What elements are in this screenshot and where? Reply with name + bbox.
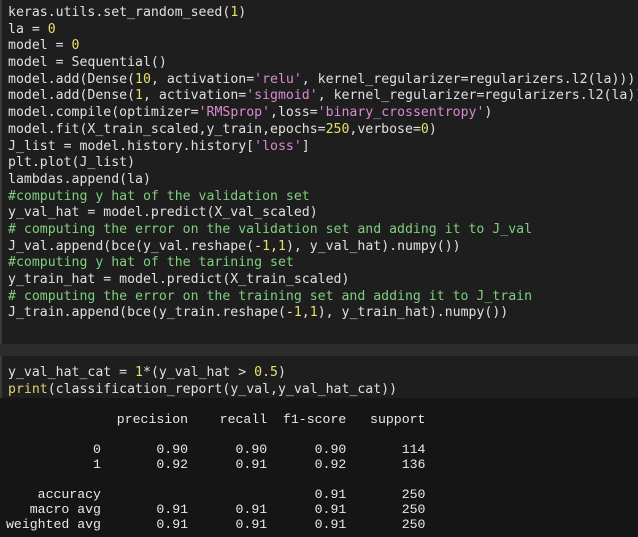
code-token: (classification_report(y_val,y_val_hat_c… xyxy=(47,381,398,397)
code-line[interactable]: la = 0 xyxy=(8,22,638,39)
code-token: ) xyxy=(428,121,437,137)
code-token: ), y_train_hat).numpy()) xyxy=(317,305,509,321)
code-token: , xyxy=(301,305,310,321)
code-token: ), y_val_hat).numpy()) xyxy=(285,238,461,254)
code-token: 10 xyxy=(135,71,151,87)
code-token: ,verbose= xyxy=(349,121,421,137)
code-token: *(y_val_hat > xyxy=(143,365,255,380)
code-token: ,loss= xyxy=(270,105,318,121)
cell-output: precision recall f1-score support 0 0.90… xyxy=(0,398,638,537)
code-token: model.add(Dense( xyxy=(8,71,136,87)
code-token: 1 xyxy=(277,238,286,254)
classification-report-text: precision recall f1-score support 0 0.90… xyxy=(6,412,426,532)
code-token: y_val_hat_cat = xyxy=(8,365,136,380)
code-token: la = xyxy=(8,21,48,37)
code-token: #computing y hat of the validation set xyxy=(8,188,310,204)
code-line[interactable]: keras.utils.set_random_seed(1) xyxy=(8,5,638,22)
code-line[interactable]: # computing the error on the training se… xyxy=(8,289,638,306)
code-line[interactable]: model.add(Dense(1, activation='sigmoid',… xyxy=(8,88,638,105)
code-token: ] xyxy=(301,138,310,154)
code-token: model.fit(X_train_scaled,y_train,epochs= xyxy=(8,121,326,137)
code-line[interactable]: model = 0 xyxy=(8,38,638,55)
code-token: 'relu' xyxy=(254,71,302,87)
code-token: , activation= xyxy=(143,88,247,104)
code-token: model = xyxy=(8,38,72,54)
code-line[interactable]: y_val_hat = model.predict(X_val_scaled) xyxy=(8,205,638,222)
code-line[interactable]: J_val.append(bce(y_val.reshape(-1,1), y_… xyxy=(8,239,638,256)
code-token: # computing the error on the validation … xyxy=(8,221,533,237)
code-line[interactable]: y_val_hat_cat = 1*(y_val_hat > 0.5) xyxy=(8,365,397,382)
code-line[interactable]: lambdas.append(la) xyxy=(8,172,638,189)
code-token: y_val_hat = model.predict(X_val_scaled) xyxy=(8,205,318,221)
code-token: 0 xyxy=(47,21,56,37)
code-token: 1 xyxy=(135,365,143,380)
cell-gutter xyxy=(0,0,2,344)
code-token: model = Sequential() xyxy=(8,55,167,71)
code-token: model.add(Dense( xyxy=(8,88,136,104)
code-token: 0 xyxy=(420,121,429,137)
code-token: 'sigmoid' xyxy=(246,88,318,104)
code-line[interactable]: model.add(Dense(10, activation='relu', k… xyxy=(8,72,638,89)
cell-gutter xyxy=(0,356,2,398)
code-token: , kernel_regularizer=regularizers.l2(la)… xyxy=(317,88,638,104)
code-token: ) xyxy=(277,365,286,380)
code-token: #computing y hat of the tarining set xyxy=(8,255,294,271)
code-line[interactable]: model.fit(X_train_scaled,y_train,epochs=… xyxy=(8,122,638,139)
code-token: J_val.append(bce(y_val.reshape(- xyxy=(8,238,263,254)
code-line[interactable]: #computing y hat of the validation set xyxy=(8,189,638,206)
code-line[interactable]: print(classification_report(y_val,y_val_… xyxy=(8,382,397,399)
code-line[interactable]: y_train_hat = model.predict(X_train_scal… xyxy=(8,272,638,289)
code-token: print xyxy=(8,381,48,397)
code-line[interactable]: #computing y hat of the tarining set xyxy=(8,255,638,272)
code-line[interactable]: J_list = model.history.history['loss'] xyxy=(8,139,638,156)
code-token: 1 xyxy=(293,305,302,321)
code-token: 250 xyxy=(325,121,350,137)
code-line[interactable]: plt.plot(J_list) xyxy=(8,155,638,172)
code-line[interactable]: # computing the error on the validation … xyxy=(8,222,638,239)
code-editor[interactable]: y_val_hat_cat = 1*(y_val_hat > 0.5) print… xyxy=(8,365,397,398)
code-token: # computing the error on the training se… xyxy=(8,288,533,304)
code-token: keras.utils. xyxy=(8,5,104,20)
code-token: , kernel_regularizer=regularizers.l2(la)… xyxy=(301,71,636,87)
code-token: , activation= xyxy=(150,71,255,87)
code-token: 'binary_crossentropy' xyxy=(317,105,485,121)
code-editor[interactable]: keras.utils.set_random_seed(1) la = 0 mode… xyxy=(8,5,638,322)
code-token: , xyxy=(270,238,278,254)
code-token: ) xyxy=(238,5,247,20)
code-token: model.compile(optimizer= xyxy=(8,105,199,121)
code-token: 1 xyxy=(135,88,143,104)
code-token: J_list = model.history.history[ xyxy=(8,138,255,154)
code-token: 0.5 xyxy=(254,365,278,380)
code-token: ) xyxy=(484,105,493,121)
code-token: 0 xyxy=(71,38,80,54)
code-token: J_train.append(bce(y_train.reshape(- xyxy=(8,305,294,321)
code-line[interactable]: J_train.append(bce(y_train.reshape(-1,1)… xyxy=(8,305,638,322)
code-token: 1 xyxy=(309,305,318,321)
code-token: y_train_hat = model.predict(X_train_scal… xyxy=(8,272,350,287)
code-cell-training[interactable]: keras.utils.set_random_seed(1) la = 0 mode… xyxy=(0,0,638,344)
code-token: lambdas.append(la) xyxy=(8,171,151,187)
code-cell-report[interactable]: y_val_hat_cat = 1*(y_val_hat > 0.5) print… xyxy=(0,356,638,398)
code-line[interactable]: model = Sequential() xyxy=(8,55,638,72)
code-line[interactable]: model.compile(optimizer='RMSprop',loss='… xyxy=(8,105,638,122)
code-token: plt.plot(J_list) xyxy=(8,155,136,171)
code-token: 'RMSprop' xyxy=(198,105,271,121)
code-token: set_random_seed xyxy=(103,5,223,20)
code-token: 'loss' xyxy=(254,138,302,154)
code-token: 1 xyxy=(262,238,271,254)
cell-separator xyxy=(0,344,638,356)
